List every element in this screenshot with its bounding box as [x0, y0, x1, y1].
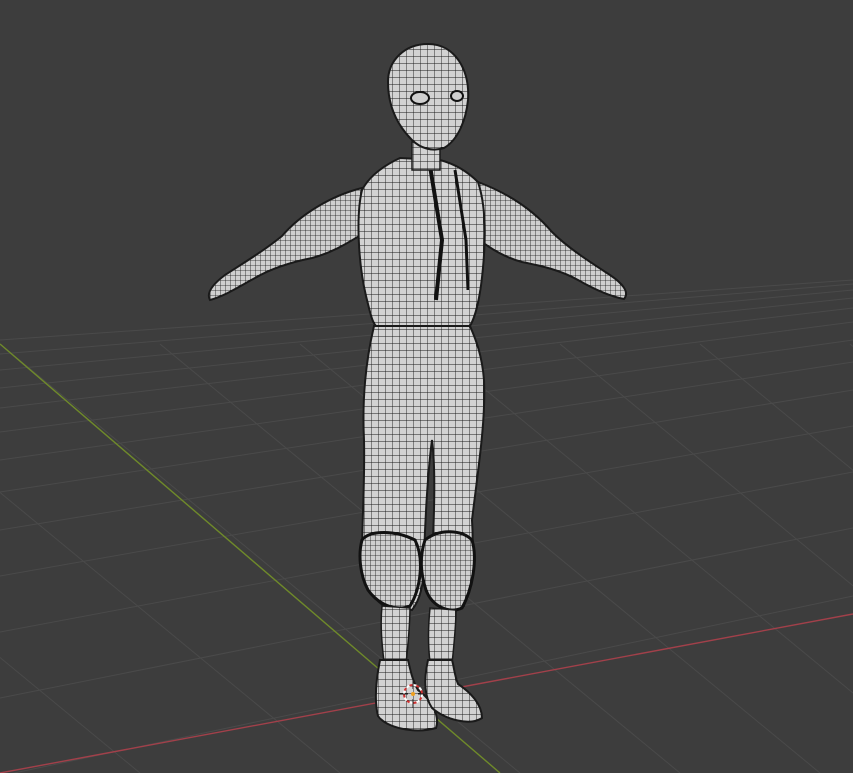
right-eye — [450, 90, 464, 102]
3d-viewport[interactable] — [0, 0, 853, 773]
viewport-canvas[interactable] — [0, 0, 853, 773]
left-eye — [410, 91, 430, 105]
left-arm[interactable] — [207, 186, 368, 302]
grid-line — [0, 491, 341, 773]
left-pant-cuff — [358, 531, 422, 610]
grid-line — [429, 343, 853, 694]
grid-line — [559, 343, 853, 587]
character-mesh[interactable] — [207, 42, 628, 732]
left-shin[interactable] — [380, 605, 411, 665]
right-arm[interactable] — [470, 180, 628, 301]
right-shin[interactable] — [427, 607, 457, 665]
grid-line — [699, 343, 853, 471]
right-pant-cuff — [419, 530, 476, 612]
grid-line — [0, 656, 141, 773]
